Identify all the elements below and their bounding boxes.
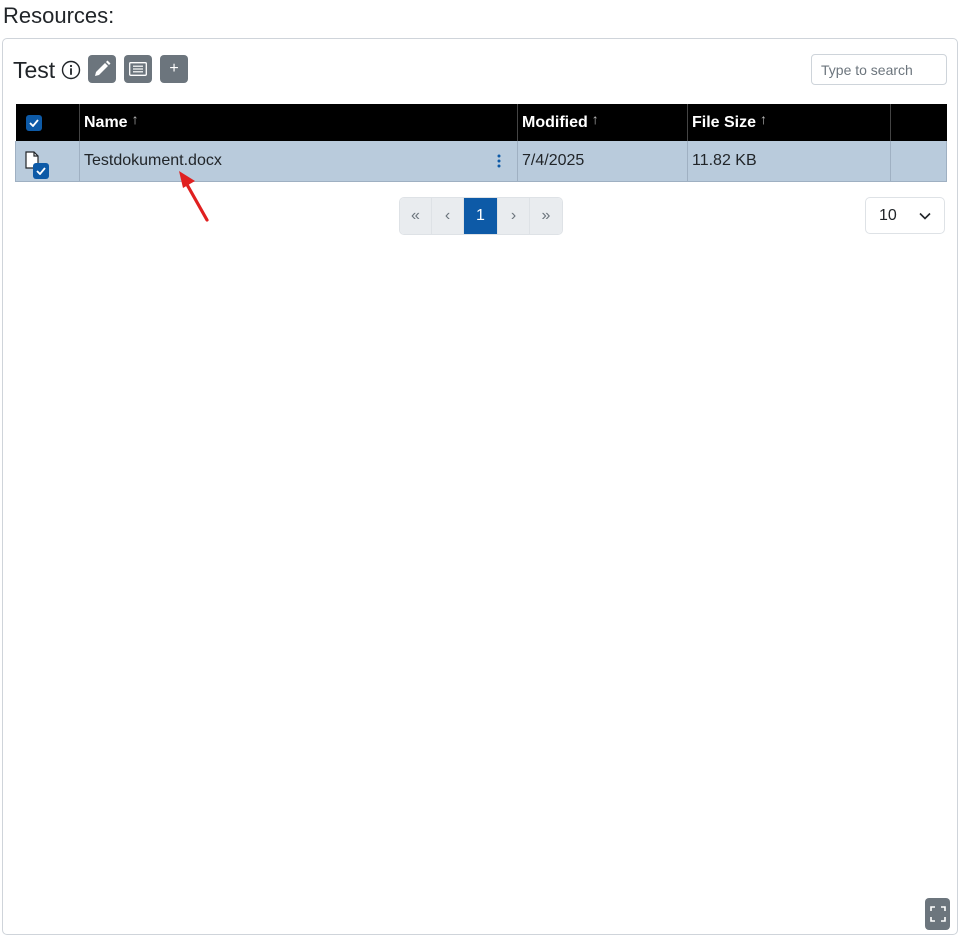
file-size-cell: 11.82 KB [687,141,891,182]
fullscreen-button[interactable] [925,898,950,930]
chevron-down-icon [919,212,931,220]
file-name[interactable]: Testdokument.docx [84,152,222,169]
next-page-button[interactable]: › [498,198,530,234]
column-header-file-size[interactable]: File Size ↑ [687,104,891,141]
row-select-cell[interactable] [15,141,80,182]
column-header-extra [890,104,947,141]
page-size-value: 10 [879,206,897,224]
column-header-name[interactable]: Name ↑ [79,104,518,141]
info-icon[interactable] [61,60,81,80]
page-size-select[interactable]: 10 [865,197,945,234]
select-all-header [15,104,80,141]
column-header-modified[interactable]: Modified ↑ [517,104,688,141]
column-label-modified: Modified [522,113,588,131]
sort-arrow-icon: ↑ [760,110,768,127]
column-label-file-size: File Size [692,113,757,131]
table-header-row: Name ↑ Modified ↑ File Size ↑ [15,104,947,141]
resources-panel: Test + Type to search Name ↑ Modified ↑ … [2,38,958,935]
fullscreen-icon [929,906,946,922]
extra-cell [890,141,947,182]
page-heading: Resources: [3,3,115,28]
annotation-arrow-icon [179,171,209,222]
pagination: « ‹ 1 › » [399,197,563,235]
resources-table: Name ↑ Modified ↑ File Size ↑ Testdokume… [15,104,947,182]
search-input[interactable] [811,54,947,85]
first-page-button[interactable]: « [400,198,432,234]
last-page-button[interactable]: » [530,198,562,234]
edit-button[interactable] [88,55,116,83]
sort-arrow-icon: ↑ [131,110,139,127]
table-row[interactable]: Testdokument.docx 7/4/2025 11.82 KB [15,141,947,182]
column-label-name: Name [84,113,128,131]
pencil-icon [95,60,111,76]
kebab-menu-icon[interactable] [497,154,501,168]
check-icon [36,167,46,175]
modified-cell: 7/4/2025 [517,141,688,182]
panel-title: Test [13,57,56,83]
check-icon [28,118,39,127]
sort-arrow-icon: ↑ [591,110,599,127]
row-checkbox[interactable] [33,163,49,179]
prev-page-button[interactable]: ‹ [432,198,464,234]
select-all-checkbox[interactable] [25,114,42,131]
add-button[interactable]: + [160,55,188,83]
page-1-button[interactable]: 1 [464,198,498,234]
file-name-cell[interactable]: Testdokument.docx [79,141,518,182]
list-view-button[interactable] [124,55,152,83]
list-icon [129,62,147,76]
